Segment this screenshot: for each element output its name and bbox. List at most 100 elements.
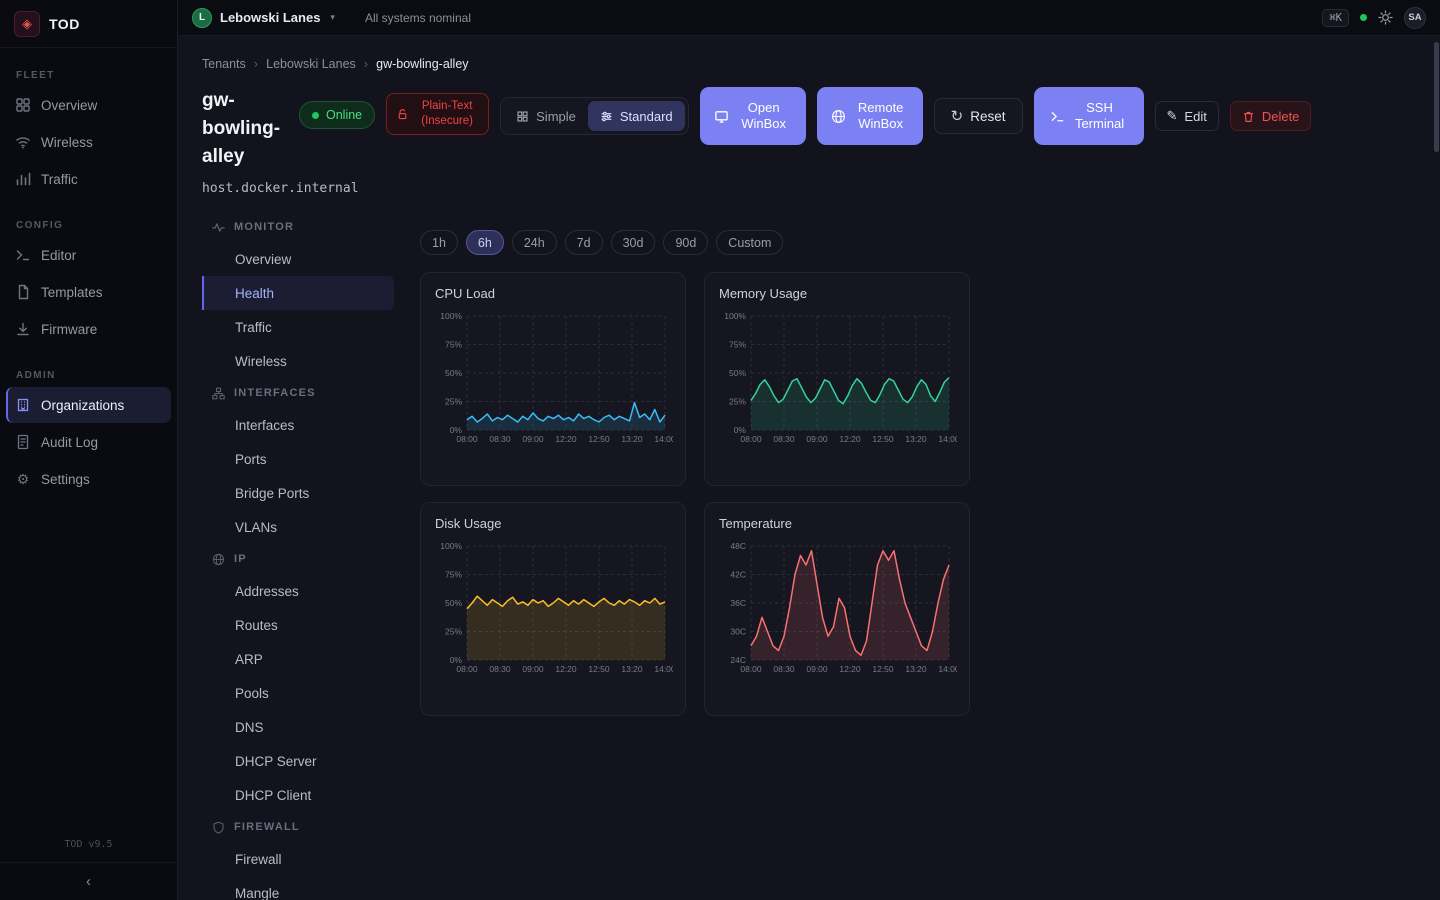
sidebar-item-audit-log[interactable]: Audit Log [6,424,171,460]
sidebar-section-admin: ADMIN Organizations Audit Log ⚙ Settings [0,362,177,498]
breadcrumb-tenant[interactable]: Lebowski Lanes [266,57,356,71]
subnav-item-dns[interactable]: DNS [202,710,394,744]
cpu-load-chart: 100%75%50%25%0%08:0008:3009:0012:2012:50… [435,308,671,457]
time-range-custom[interactable]: Custom [716,230,783,255]
edit-button[interactable]: ✎ Edit [1155,101,1219,131]
time-range-7d[interactable]: 7d [565,230,603,255]
breadcrumb-tenants[interactable]: Tenants [202,57,246,71]
breadcrumb: Tenants › Lebowski Lanes › gw-bowling-al… [202,56,1416,71]
topbar: L Lebowski Lanes ▾ All systems nominal ⌘… [178,0,1440,36]
nodes-icon [212,387,225,400]
mode-standard-option[interactable]: Standard [588,101,685,131]
subnav-item-pools[interactable]: Pools [202,676,394,710]
simple-grid-icon [516,110,529,123]
tenant-switcher[interactable]: Lebowski Lanes [220,10,320,25]
sidebar-item-firmware[interactable]: Firmware [6,311,171,347]
grid-icon [15,97,31,113]
subnav-section-ip: IP [202,544,394,574]
subnav-item-firewall[interactable]: Firewall [202,842,394,876]
subnav-section-label: MONITOR [234,221,294,233]
svg-text:25%: 25% [445,627,462,637]
ssh-terminal-button[interactable]: SSH Terminal [1034,87,1144,145]
app-logo: ◈ TOD [0,0,177,48]
subnav-item-bridge-ports[interactable]: Bridge Ports [202,476,394,510]
subnav-item-wireless[interactable]: Wireless [202,344,394,378]
cpu-load-card: CPU Load 100%75%50%25%0%08:0008:3009:001… [420,272,686,486]
time-range-6h[interactable]: 6h [466,230,504,255]
insecure-label: Plain-Text (Insecure) [415,99,479,129]
reset-button[interactable]: ↻ Reset [934,98,1023,134]
shield-icon [212,821,225,834]
breadcrumb-separator: › [254,56,258,71]
subnav-item-arp[interactable]: ARP [202,642,394,676]
svg-text:14:00: 14:00 [654,664,673,674]
sidebar-item-templates[interactable]: Templates [6,274,171,310]
chart-title: Memory Usage [719,286,955,301]
remote-winbox-button[interactable]: Remote WinBox [817,87,923,145]
charts-grid: CPU Load 100%75%50%25%0%08:0008:3009:001… [420,272,1416,716]
sidebar-item-overview[interactable]: Overview [6,87,171,123]
subnav-item-vlans[interactable]: VLANs [202,510,394,544]
svg-text:09:00: 09:00 [806,434,828,444]
sidebar-item-organizations[interactable]: Organizations [6,387,171,423]
time-range-24h[interactable]: 24h [512,230,557,255]
svg-text:12:50: 12:50 [872,664,894,674]
subnav-item-addresses[interactable]: Addresses [202,574,394,608]
subnav-section-label: IP [234,553,247,565]
mode-standard-label: Standard [620,109,673,124]
open-winbox-button[interactable]: Open WinBox [700,87,806,145]
ssh-terminal-label: SSH Terminal [1072,100,1128,132]
theme-toggle-sun-icon[interactable] [1378,10,1393,25]
sidebar-item-label: Traffic [41,172,78,187]
gear-icon: ⚙ [15,471,31,487]
pulse-icon [212,221,225,234]
memory-usage-chart: 100%75%50%25%0%08:0008:3009:0012:2012:50… [719,308,955,457]
scrollbar-thumb[interactable] [1434,42,1439,152]
svg-text:50%: 50% [729,368,746,378]
subnav-item-ports[interactable]: Ports [202,442,394,476]
subnav-item-interfaces[interactable]: Interfaces [202,408,394,442]
app-root: ◈ TOD FLEET Overview Wireless Traffic CO… [0,0,1440,900]
svg-text:75%: 75% [729,340,746,350]
sidebar-item-settings[interactable]: ⚙ Settings [6,461,171,497]
sidebar-item-label: Templates [41,285,103,300]
sidebar-collapse-button[interactable]: ‹ [0,862,177,900]
refresh-icon: ↻ [951,107,964,125]
mode-simple-option[interactable]: Simple [504,101,588,131]
subnav-item-overview[interactable]: Overview [202,242,394,276]
view-mode-toggle: Simple Standard [500,97,689,135]
system-status-text: All systems nominal [365,11,471,25]
svg-text:50%: 50% [445,598,462,608]
user-avatar[interactable]: SA [1404,7,1426,29]
sidebar-item-traffic[interactable]: Traffic [6,161,171,197]
subnav-item-mangle[interactable]: Mangle [202,876,394,900]
temperature-card: Temperature 48C42C36C30C24C08:0008:3009:… [704,502,970,716]
edit-label: Edit [1184,109,1206,124]
subnav-item-traffic[interactable]: Traffic [202,310,394,344]
sidebar-item-wireless[interactable]: Wireless [6,124,171,160]
online-status-badge: Online [299,101,375,129]
app-version: TOD v9.5 [0,839,177,862]
time-range-1h[interactable]: 1h [420,230,458,255]
sidebar-item-editor[interactable]: Editor [6,237,171,273]
subnav-item-dhcp-server[interactable]: DHCP Server [202,744,394,778]
time-range-90d[interactable]: 90d [663,230,708,255]
subnav-item-routes[interactable]: Routes [202,608,394,642]
svg-text:14:00: 14:00 [938,434,957,444]
subnav-item-health[interactable]: Health [202,276,394,310]
svg-text:12:50: 12:50 [872,434,894,444]
svg-text:42C: 42C [730,570,746,580]
chevron-down-icon: ▾ [330,12,335,23]
sidebar-section-fleet: FLEET Overview Wireless Traffic [0,62,177,198]
time-range-30d[interactable]: 30d [611,230,656,255]
command-palette-shortcut[interactable]: ⌘K [1322,9,1349,27]
reset-label: Reset [970,109,1005,124]
delete-button[interactable]: Delete [1230,101,1312,131]
svg-text:13:20: 13:20 [905,434,927,444]
mode-simple-label: Simple [536,109,576,124]
subnav-section-firewall: FIREWALL [202,812,394,842]
subnav-item-dhcp-client[interactable]: DHCP Client [202,778,394,812]
svg-text:12:20: 12:20 [555,664,577,674]
section-label: ADMIN [0,362,177,386]
main-content: Tenants › Lebowski Lanes › gw-bowling-al… [178,36,1440,900]
